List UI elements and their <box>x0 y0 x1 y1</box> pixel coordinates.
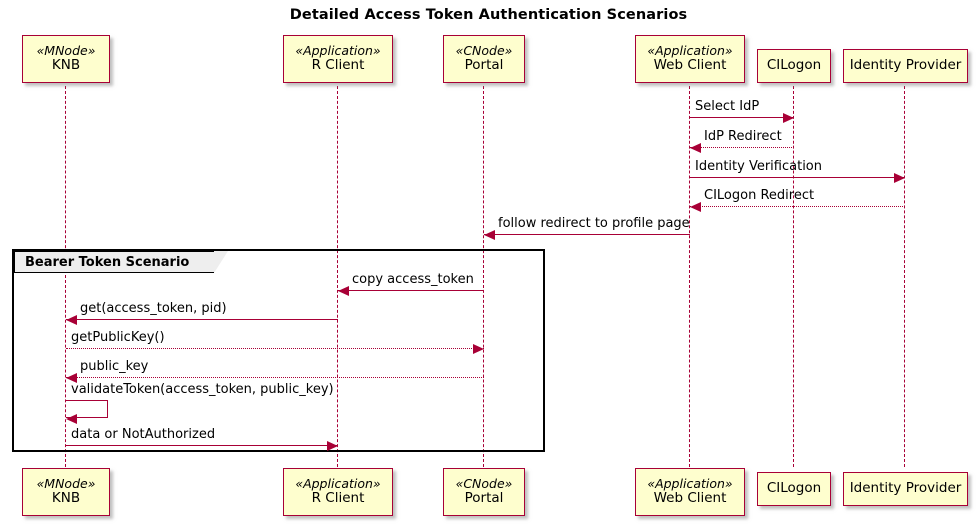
participant-name: R Client <box>311 57 365 74</box>
participant-cilogon-top[interactable]: CILogon <box>757 49 831 83</box>
message-label: CILogon Redirect <box>704 188 815 203</box>
participant-name: R Client <box>311 490 365 507</box>
message-arrowhead-right-icon <box>894 172 905 183</box>
participant-stereotype: «Application» <box>295 475 381 491</box>
participant-webclient-top[interactable]: «Application» Web Client <box>635 35 745 83</box>
message-label: IdP Redirect <box>704 129 782 144</box>
participant-idp-top[interactable]: Identity Provider <box>843 49 968 83</box>
participant-portal-top[interactable]: «CNode» Portal <box>443 35 525 83</box>
message-label: data or NotAuthorized <box>71 427 216 442</box>
message-label: Identity Verification <box>695 159 822 174</box>
message-line <box>338 290 484 291</box>
page-title: Detailed Access Token Authentication Sce… <box>289 7 688 23</box>
participant-stereotype: «MNode» <box>36 42 96 58</box>
message-line <box>690 147 794 148</box>
message-arrowhead-left-icon <box>690 142 701 153</box>
group-fragment-label: Bearer Token Scenario <box>14 251 214 273</box>
participant-webclient-bottom[interactable]: «Application» Web Client <box>635 468 745 516</box>
participant-name: Portal <box>464 57 504 74</box>
message-label: Select IdP <box>695 99 760 114</box>
participant-name: KNB <box>51 490 81 507</box>
message-line <box>690 206 905 207</box>
message-arrowhead-left-icon <box>484 229 495 240</box>
message-arrowhead-right-icon <box>473 343 484 354</box>
participant-name: Identity Provider <box>849 57 962 74</box>
participant-idp-bottom[interactable]: Identity Provider <box>843 472 968 506</box>
participant-stereotype: «Application» <box>647 42 733 58</box>
message-arrowhead-left-icon <box>338 285 349 296</box>
message-line <box>690 117 794 118</box>
message-line <box>66 445 338 446</box>
sequence-diagram-canvas: Detailed Access Token Authentication Sce… <box>0 0 977 526</box>
lifeline-idp <box>904 86 906 467</box>
participant-name: Web Client <box>653 490 727 507</box>
participant-knb-top[interactable]: «MNode» KNB <box>22 35 110 83</box>
participant-knb-bottom[interactable]: «MNode» KNB <box>22 468 110 516</box>
participant-cilogon-bottom[interactable]: CILogon <box>757 472 831 506</box>
message-line <box>484 234 690 235</box>
message-line <box>66 348 484 349</box>
participant-portal-bottom[interactable]: «CNode» Portal <box>443 468 525 516</box>
participant-rclient-bottom[interactable]: «Application» R Client <box>283 468 393 516</box>
participant-name: Web Client <box>653 57 727 74</box>
message-label: get(access_token, pid) <box>80 301 227 316</box>
message-line <box>690 177 905 178</box>
participant-stereotype: «MNode» <box>36 475 96 491</box>
message-label: copy access_token <box>352 272 474 287</box>
message-line <box>66 377 484 378</box>
lifeline-cilogon <box>793 86 795 467</box>
message-label: public_key <box>80 359 149 374</box>
participant-name: KNB <box>51 57 81 74</box>
participant-name: CILogon <box>766 57 822 74</box>
participant-stereotype: «CNode» <box>455 475 513 491</box>
participant-name: Portal <box>464 490 504 507</box>
participant-rclient-top[interactable]: «Application» R Client <box>283 35 393 83</box>
message-line <box>66 319 338 320</box>
participant-name: CILogon <box>766 480 822 497</box>
message-arrowhead-left-icon <box>66 314 77 325</box>
participant-stereotype: «Application» <box>647 475 733 491</box>
message-arrowhead-right-icon <box>783 112 794 123</box>
participant-stereotype: «Application» <box>295 42 381 58</box>
participant-name: Identity Provider <box>849 480 962 497</box>
group-fragment-notch-icon <box>214 251 228 273</box>
message-label: follow redirect to profile page <box>498 216 690 231</box>
message-label: getPublicKey() <box>71 330 165 345</box>
self-call-arrowhead-icon <box>66 413 77 424</box>
message-arrowhead-left-icon <box>690 201 701 212</box>
self-call-label: validateToken(access_token, public_key) <box>71 382 334 397</box>
participant-stereotype: «CNode» <box>455 42 513 58</box>
message-arrowhead-right-icon <box>327 440 338 451</box>
